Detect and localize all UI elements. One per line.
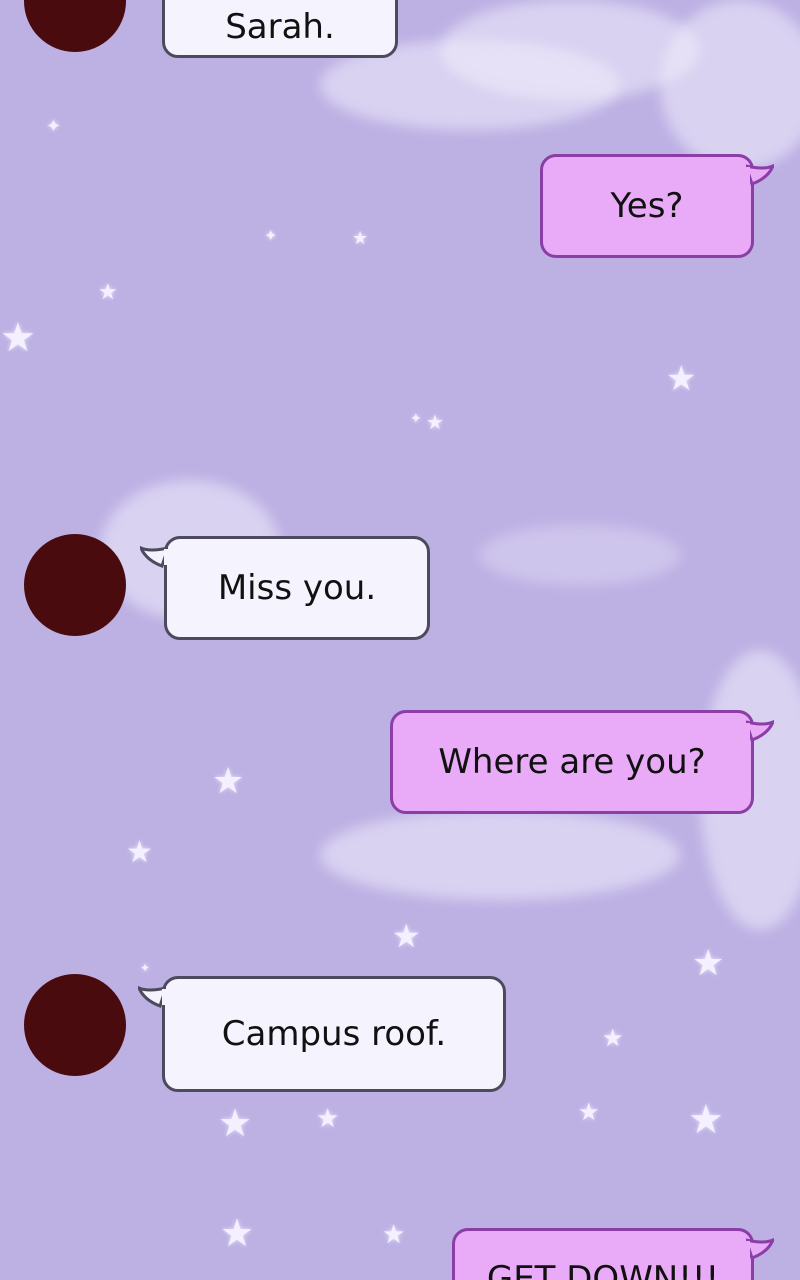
message-text: Campus roof. [221,1014,447,1054]
avatar [24,974,126,1076]
star-icon: ★ [392,917,421,955]
bubble-tail-icon [746,1238,774,1260]
star-icon: ★ [212,761,245,802]
bubble-tail-icon [138,986,166,1008]
star-icon: ★ [352,228,369,249]
message-bubble-outgoing: Where are you? [390,710,754,814]
bubble-tail-icon [746,720,774,742]
avatar [24,534,126,636]
bubble-tail-icon [746,164,774,186]
star-icon: ✦ [140,961,151,975]
message-bubble-incoming: Miss you. [164,536,430,640]
star-icon: ★ [218,1101,253,1145]
star-icon: ✦ [264,226,278,245]
message-bubble-outgoing: GET DOWN!!! [452,1228,754,1280]
cloud-decoration [480,525,680,585]
message-bubble-incoming: Campus roof. [162,976,506,1092]
star-icon: ✦ [46,116,62,137]
star-icon: ★ [98,280,118,305]
cloud-decoration [660,0,800,170]
star-icon: ★ [316,1104,340,1134]
star-icon: ★ [602,1024,624,1052]
star-icon: ★ [666,359,697,399]
message-text: Sarah. [225,7,335,47]
cloud-decoration [320,810,680,900]
star-icon: ★ [0,315,36,361]
star-icon: ★ [692,943,725,984]
message-text: Miss you. [217,568,377,608]
message-text: Yes? [610,186,684,226]
bubble-tail-icon [140,546,168,568]
avatar [24,0,126,52]
star-icon: ★ [578,1098,600,1126]
star-icon: ★ [220,1211,255,1255]
message-bubble-outgoing: Yes? [540,154,754,258]
message-text: GET DOWN!!! [486,1259,720,1280]
star-icon: ★ [382,1220,406,1250]
star-icon: ★ [688,1097,724,1143]
message-bubble-incoming: Sarah. [162,0,398,58]
chat-screen: ✦ ✦ ★ ★ ★ ★ ✦ ★ ★ ★ ★ ★ ★ ★ ★ ★ ★ ★ ★ ✦ … [0,0,800,1280]
message-text: Where are you? [438,742,706,782]
star-icon: ✦ [410,411,422,427]
star-icon: ★ [426,410,444,434]
star-icon: ★ [126,835,153,870]
